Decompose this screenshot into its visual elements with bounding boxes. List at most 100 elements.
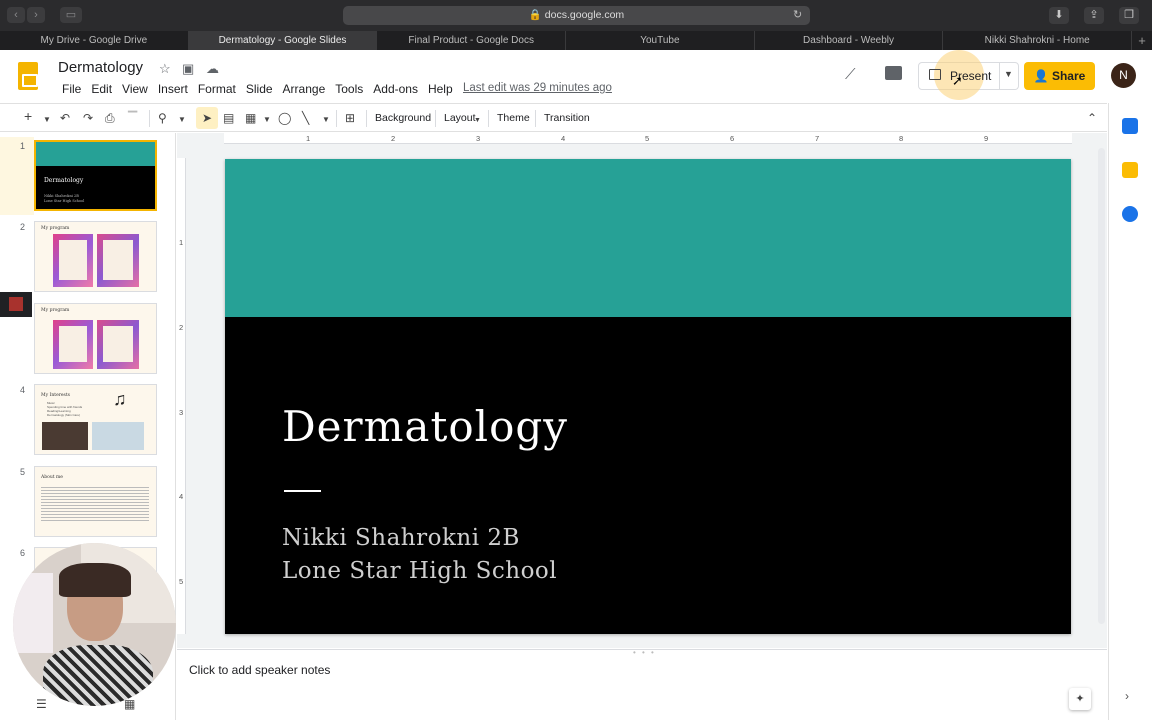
menu-format[interactable]: Format [193, 82, 241, 96]
stop-recording-icon[interactable] [9, 297, 23, 311]
share-button[interactable]: 👤 Share [1024, 62, 1095, 90]
slide-thumbnail-1[interactable]: Dermatology Nikki Shahrokni 2B Lone Star… [34, 140, 157, 211]
sidebar-icon[interactable]: ▭ [60, 7, 82, 23]
current-slide[interactable]: Dermatology Nikki Shahrokni 2B Lone Star… [225, 159, 1071, 634]
slide-number: 6 [20, 548, 26, 558]
present-icon [929, 69, 941, 80]
selected-slide-marker [0, 137, 34, 215]
tab-weebly[interactable]: Dashboard - Weebly [755, 31, 944, 50]
document-title[interactable]: Dermatology [58, 59, 143, 76]
toolbar-separator [435, 110, 436, 127]
redo-icon[interactable]: ↷ [83, 111, 93, 125]
ruler-tick: 7 [815, 134, 820, 143]
last-edit-link[interactable]: Last edit was 29 minutes ago [463, 82, 612, 94]
select-arrow-icon[interactable]: ➤ [202, 111, 212, 125]
webcam-shirt [43, 645, 153, 706]
ruler-tick: 6 [730, 134, 735, 143]
explore-icon[interactable]: ✦ [1069, 688, 1091, 710]
activity-trend-icon[interactable]: ⟋ [845, 66, 856, 83]
thumb-sub-2: Lone Star High School [44, 199, 85, 203]
thumb-body [36, 166, 155, 209]
menu-file[interactable]: File [57, 82, 86, 96]
thumb-title: Dermatology [44, 177, 84, 184]
thumb-paragraph [41, 485, 149, 521]
shape-icon[interactable]: ◯ [278, 111, 291, 125]
skincare-photo [92, 422, 144, 450]
back-icon[interactable]: ‹ [7, 7, 25, 23]
new-slide-icon[interactable]: + [24, 109, 32, 123]
reload-icon[interactable]: ↻ [793, 8, 802, 21]
slide-thumbnail-3[interactable]: My program [34, 303, 157, 374]
menu-edit[interactable]: Edit [86, 82, 117, 96]
line-icon[interactable]: ╲ [302, 111, 309, 125]
speaker-notes-panel[interactable] [177, 649, 1107, 720]
zoom-chevron-icon[interactable]: ▼ [178, 113, 186, 127]
slide-subtitle-line-2[interactable]: Lone Star High School [282, 558, 557, 584]
undo-icon[interactable]: ↶ [60, 111, 70, 125]
slide-title[interactable]: Dermatology [282, 402, 568, 451]
paint-format-icon[interactable]: ▔ [128, 111, 137, 125]
tabs-overview-icon[interactable]: ❐ [1119, 7, 1139, 24]
ruler-tick: 4 [179, 492, 184, 501]
ruler-tick: 2 [179, 323, 184, 332]
move-folder-icon[interactable]: ▣ [182, 61, 194, 77]
menu-view[interactable]: View [117, 82, 153, 96]
share-sheet-icon[interactable]: ⇪ [1084, 7, 1104, 24]
thumb-band [36, 142, 155, 166]
slide-number: 5 [20, 467, 26, 477]
slide-subtitle-line-1[interactable]: Nikki Shahrokni 2B [282, 525, 520, 551]
present-divider [999, 62, 1000, 90]
tab-youtube[interactable]: YouTube [566, 31, 755, 50]
theme-button[interactable]: Theme [497, 111, 530, 125]
tab-nikki-home[interactable]: Nikki Shahrokni - Home [943, 31, 1133, 50]
speaker-notes-placeholder[interactable]: Click to add speaker notes [189, 663, 330, 677]
tab-bar: My Drive - Google Drive Dermatology - Go… [0, 31, 1152, 50]
line-chevron-icon[interactable]: ▼ [322, 113, 330, 127]
collapse-menus-chevron-icon[interactable]: ⌃ [1087, 111, 1097, 125]
transition-button[interactable]: Transition [544, 111, 590, 125]
url-bar[interactable]: 🔒 docs.google.com [343, 6, 810, 25]
print-icon[interactable]: ⎙ [105, 111, 115, 125]
tasks-icon[interactable] [1122, 206, 1138, 222]
menu-bar: File Edit View Insert Format Slide Arran… [57, 82, 458, 96]
ruler-tick: 1 [179, 238, 184, 247]
menu-tools[interactable]: Tools [330, 82, 368, 96]
zoom-icon[interactable]: ⚲ [158, 111, 167, 125]
comments-icon[interactable] [885, 66, 902, 80]
menu-help[interactable]: Help [423, 82, 458, 96]
keep-icon[interactable] [1122, 162, 1138, 178]
account-avatar[interactable]: N [1111, 63, 1136, 88]
background-button[interactable]: Background [375, 111, 431, 125]
menu-addons[interactable]: Add-ons [368, 82, 423, 96]
menu-arrange[interactable]: Arrange [278, 82, 331, 96]
star-icon[interactable]: ☆ [159, 61, 171, 77]
menu-slide[interactable]: Slide [241, 82, 278, 96]
slide-thumbnail-2[interactable]: My program [34, 221, 157, 292]
insert-comment-icon[interactable]: ⊞ [345, 111, 355, 125]
text-box-icon[interactable]: ▤ [223, 111, 234, 125]
menu-insert[interactable]: Insert [153, 82, 193, 96]
download-icon[interactable]: ⬇ [1049, 7, 1069, 24]
forward-icon[interactable]: › [27, 7, 45, 23]
notes-resize-handle[interactable]: • • • [633, 648, 656, 657]
ruler-tick: 3 [179, 408, 184, 417]
layout-button[interactable]: Layout [444, 111, 476, 125]
expand-side-panel-chevron-icon[interactable]: › [1125, 689, 1129, 703]
slides-logo[interactable] [18, 62, 38, 90]
slide-thumbnail-4[interactable]: My Interests Music Spending time with fr… [34, 384, 157, 455]
ruler-tick: 1 [306, 134, 311, 143]
image-icon[interactable]: ▦ [245, 111, 256, 125]
tab-final-product[interactable]: Final Product - Google Docs [377, 31, 567, 50]
tab-dermatology-slides[interactable]: Dermatology - Google Slides [188, 31, 378, 50]
tab-my-drive[interactable]: My Drive - Google Drive [0, 31, 189, 50]
webcam-overlay [13, 543, 176, 706]
layout-chevron-icon[interactable]: ▼ [474, 114, 481, 128]
new-tab-button[interactable]: + [1132, 31, 1152, 50]
new-slide-layout-chevron-icon[interactable]: ▼ [43, 113, 51, 127]
canvas-scrollbar[interactable] [1098, 148, 1105, 624]
image-chevron-icon[interactable]: ▼ [263, 113, 271, 127]
calendar-icon[interactable] [1122, 118, 1138, 134]
present-options-chevron-icon[interactable]: ▼ [1004, 69, 1013, 79]
cloud-saved-icon[interactable]: ☁ [206, 61, 219, 77]
slide-thumbnail-5[interactable]: About me [34, 466, 157, 537]
